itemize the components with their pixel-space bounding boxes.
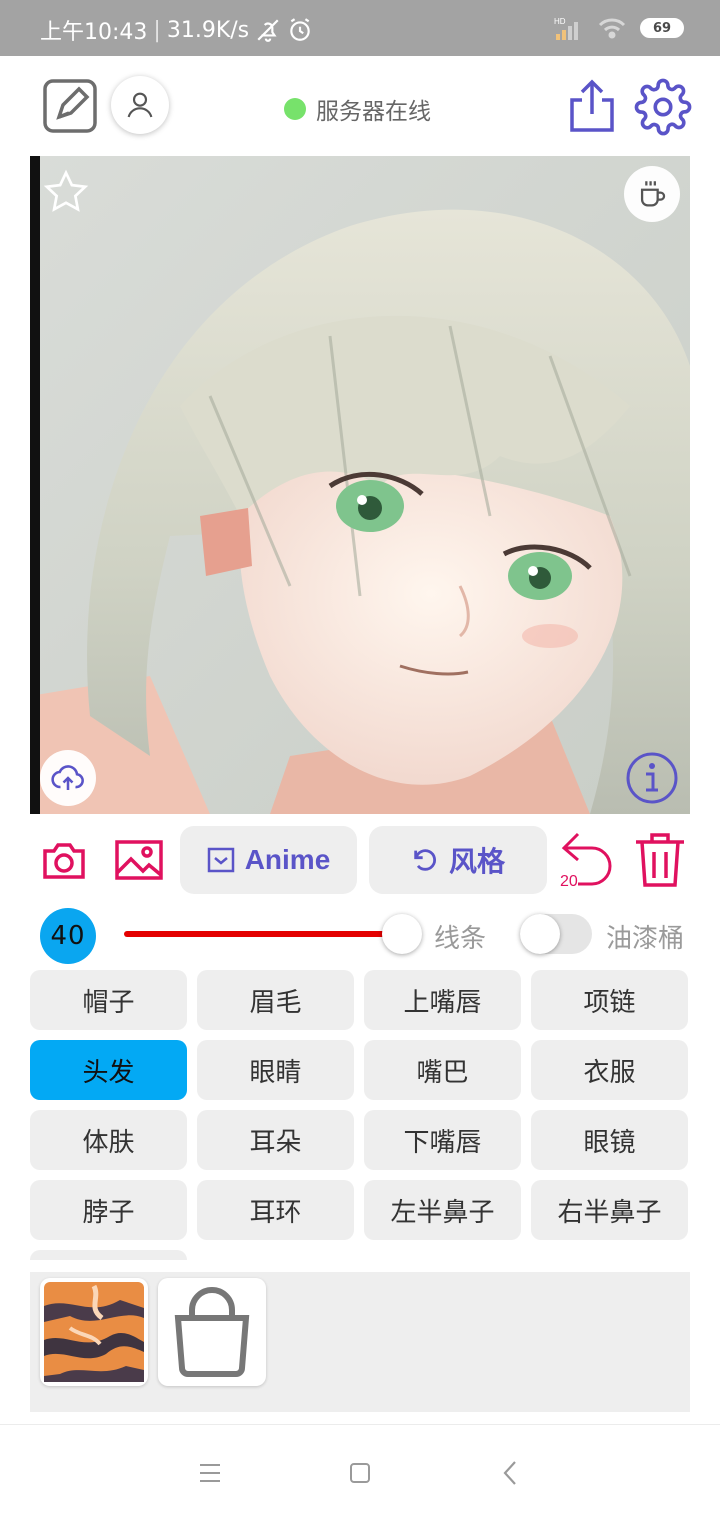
tool-row: Anime 风格 20 [0,824,720,896]
part-chip[interactable]: 耳朵 [197,1110,354,1170]
bell-off-icon [257,19,279,42]
trash-icon [636,833,684,887]
info-button[interactable] [624,750,680,806]
status-right: HD 69 [554,16,684,40]
canvas-left-edge [30,156,40,814]
undo-button[interactable]: 20 [558,830,616,890]
signal-icon: HD [554,17,578,40]
part-chip[interactable]: 体肤 [30,1110,187,1170]
style-button[interactable]: 风格 [369,826,547,894]
part-chip[interactable]: 右半鼻子 [531,1180,688,1240]
bucket-label: 油漆桶 [606,924,685,954]
line-label: 线条 [434,924,487,954]
camera-button[interactable] [38,834,90,886]
undo-icon: 20 [560,832,612,890]
back-chevron-icon [503,1461,516,1485]
part-chip[interactable]: 下嘴唇 [364,1110,521,1170]
part-chip[interactable]: 眉毛 [197,970,354,1030]
tiger-texture-image [44,1282,144,1382]
status-net-speed: 31.9K/s [166,17,250,43]
wifi-icon [598,18,626,39]
part-chip[interactable]: 项链 [531,970,688,1030]
share-icon [570,79,614,132]
network-label: HD [554,17,566,26]
part-chip[interactable]: 眼睛 [197,1040,354,1100]
user-button[interactable] [111,76,169,134]
part-chip-overflow[interactable] [30,1250,187,1260]
top-toolbar: 服务器在线 [0,56,720,156]
part-chip[interactable]: 帽子 [30,970,187,1030]
bucket-toggle[interactable] [520,914,592,954]
battery-indicator: 69 [640,18,684,38]
brush-size-slider-thumb[interactable] [382,914,422,954]
mail-icon [207,847,234,873]
status-left: 上午10:43 | 31.9K/s [40,14,313,46]
menu-icon [200,1464,220,1482]
alarm-icon [290,18,310,41]
status-time: 上午10:43 [40,20,148,45]
edit-button[interactable] [40,76,100,136]
edit-icon [43,79,97,133]
part-chip[interactable]: 左半鼻子 [364,1180,521,1240]
user-icon [127,92,153,118]
style-label: 风格 [448,846,505,877]
part-chip[interactable]: 上嘴唇 [364,970,521,1030]
upload-cloud-icon [51,765,84,790]
camera-icon [43,843,85,879]
anime-button[interactable]: Anime [180,826,357,894]
nav-home-button[interactable] [340,1457,380,1489]
part-chip[interactable]: 耳环 [197,1180,354,1240]
lock-icon [174,1287,250,1377]
delete-button[interactable] [630,830,690,890]
texture-palette [30,1272,690,1412]
star-icon [43,169,89,212]
undo-count: 20 [560,873,578,890]
part-chip[interactable]: 脖子 [30,1180,187,1240]
favorite-button[interactable] [40,166,92,218]
rotate-icon [414,849,436,871]
image-icon [115,840,163,880]
nav-back-button[interactable] [490,1457,530,1489]
server-status-text: 服务器在线 [316,99,431,125]
bucket-toggle-knob [520,914,560,954]
upload-button[interactable] [40,750,96,806]
part-chip[interactable]: 眼镜 [531,1110,688,1170]
anime-label: Anime [244,844,331,875]
system-nav-bar [0,1424,720,1520]
texture-swatch[interactable] [40,1278,148,1386]
brush-size-badge: 40 [40,908,96,964]
drawing-canvas[interactable] [30,156,690,814]
nav-menu-button[interactable] [190,1457,230,1489]
gear-icon [634,78,692,136]
home-square-icon [350,1463,370,1483]
share-button[interactable] [562,76,622,136]
gallery-button[interactable] [112,834,166,886]
server-status-dot [284,98,306,120]
generated-anime-portrait [30,156,690,814]
info-icon [626,752,678,804]
brush-size-slider-track[interactable] [124,931,404,937]
coffee-button[interactable] [624,166,680,222]
server-status: 服务器在线 [284,92,431,126]
status-bar: 上午10:43 | 31.9K/s HD 69 [0,0,720,56]
coffee-icon [640,181,666,207]
part-grid: 帽子 眉毛 上嘴唇 项链头发 眼睛 嘴巴 衣服体肤 耳朵 下嘴唇 眼镜脖子 耳环 左半鼻子 右半鼻子 [30,970,690,1260]
brush-controls: 40 线条 油漆桶 [0,906,720,964]
part-chip[interactable]: 衣服 [531,1040,688,1100]
settings-button[interactable] [632,76,694,138]
part-chip[interactable]: 头发 [30,1040,187,1100]
locked-texture-slot[interactable] [158,1278,266,1386]
part-chip[interactable]: 嘴巴 [364,1040,521,1100]
status-separator: | [153,17,161,43]
